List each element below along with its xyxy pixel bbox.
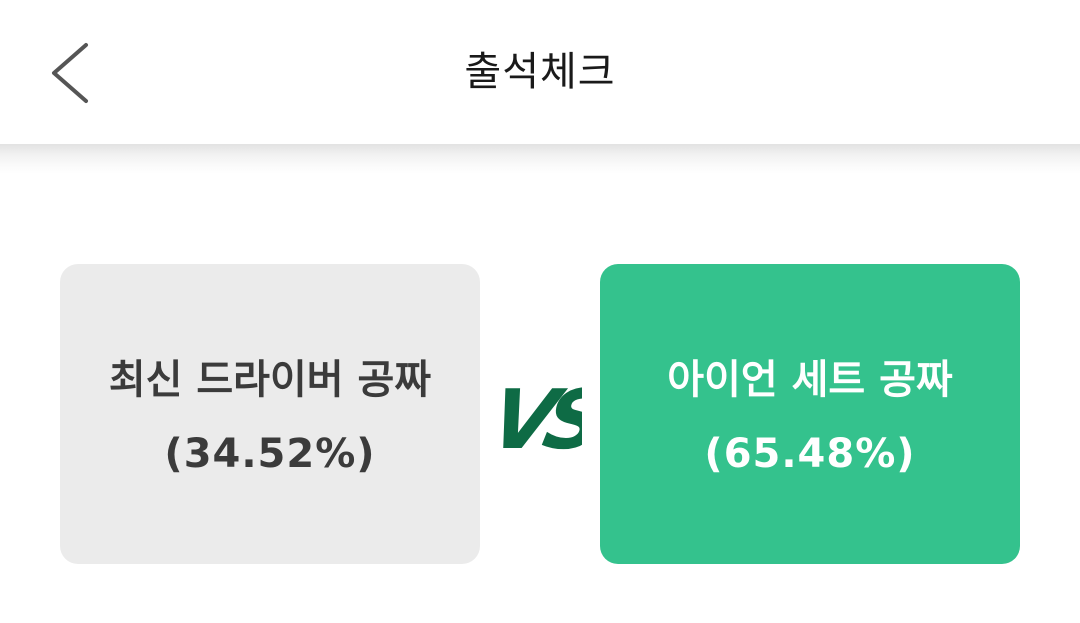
vs-badge: VS: [482, 362, 611, 468]
option-card-iron[interactable]: 아이언 세트 공짜 (65.48%): [600, 264, 1020, 564]
option-card-driver[interactable]: 최신 드라이버 공짜 (34.52%): [60, 264, 480, 564]
vs-text: VS: [498, 372, 582, 468]
option-label-driver: 최신 드라이버 공짜: [108, 357, 432, 403]
option-label-iron: 아이언 세트 공짜: [667, 357, 953, 403]
app-header: 출석체크: [0, 0, 1080, 144]
header-shadow: [0, 144, 1080, 174]
option-percent-driver: (34.52%): [164, 431, 376, 477]
vs-icon: VS: [482, 372, 611, 468]
attendance-check-screen: 출석체크 최신 드라이버 공짜 (34.52%) VS 아이언 세트 공짜 (6…: [0, 0, 1080, 623]
page-title: 출석체크: [464, 49, 616, 95]
option-percent-iron: (65.48%): [704, 431, 916, 477]
